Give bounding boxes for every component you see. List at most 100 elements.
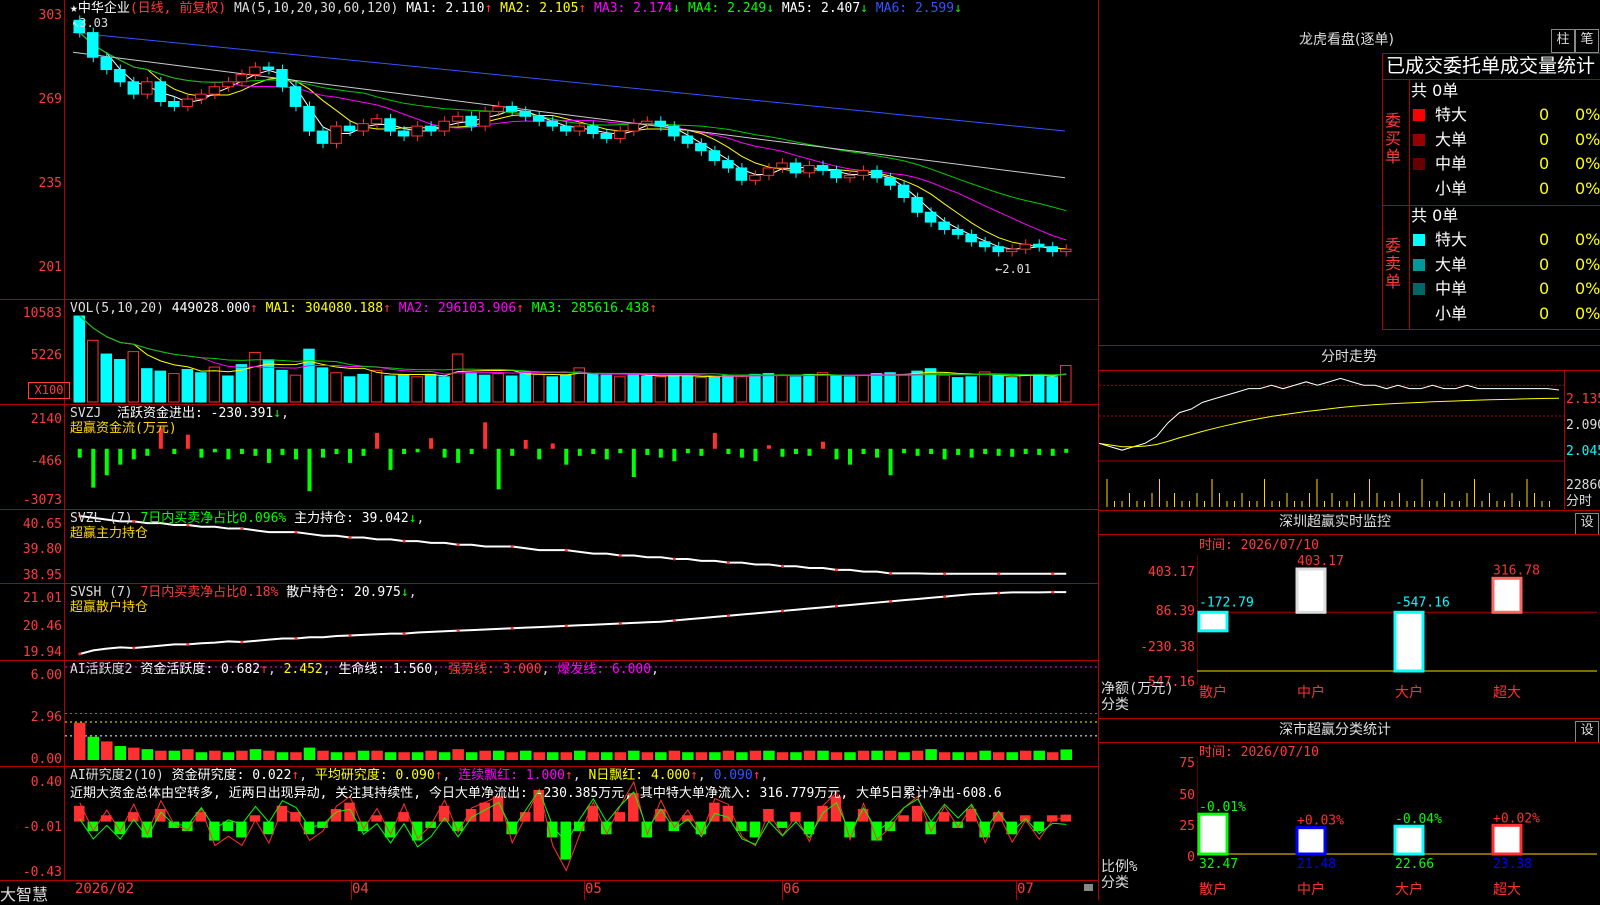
flow-bar bbox=[658, 448, 663, 458]
flow-bar bbox=[564, 448, 569, 465]
vol-bar bbox=[641, 375, 653, 403]
candle bbox=[181, 98, 194, 107]
vol-legend-item: MA1: 304080.188↑ bbox=[257, 301, 391, 316]
activity-bar bbox=[546, 752, 559, 760]
order-row-pct: 0% bbox=[1575, 254, 1600, 274]
ai-research-chart[interactable] bbox=[65, 767, 1098, 880]
candle bbox=[87, 32, 99, 58]
flow-bar bbox=[199, 448, 204, 458]
candle bbox=[641, 120, 653, 125]
activity-bar bbox=[317, 750, 329, 760]
color-swatch bbox=[1413, 109, 1425, 121]
activity-bar bbox=[1019, 750, 1032, 760]
holding-point bbox=[618, 621, 622, 625]
vol-legend: VOL(5,10,20) 449028.000↑ MA1: 304080.188… bbox=[70, 301, 658, 316]
holding-point bbox=[997, 572, 1001, 576]
order-row: 小单 0 0% bbox=[1411, 303, 1600, 325]
vol-bar bbox=[722, 374, 734, 403]
flow-bar bbox=[1064, 448, 1069, 453]
flow-bar bbox=[442, 448, 447, 458]
classify-bar bbox=[1393, 824, 1425, 856]
flow-bar bbox=[537, 448, 542, 460]
divider-x-axis bbox=[0, 880, 1098, 881]
activity-bar bbox=[344, 752, 356, 760]
lock-icon[interactable] bbox=[1084, 884, 1093, 891]
activity-bar bbox=[857, 750, 870, 760]
holding-point bbox=[835, 604, 839, 608]
svzj-y-tick: -3073 bbox=[22, 493, 62, 508]
ma-label: MA(5,10,20,30,60,120) bbox=[233, 1, 399, 16]
svsh-y-tick: 21.01 bbox=[22, 591, 62, 606]
activity-bar bbox=[357, 750, 370, 760]
candle bbox=[127, 81, 140, 95]
vol-bar bbox=[438, 376, 450, 403]
research-bar bbox=[384, 821, 396, 838]
holding-point bbox=[943, 595, 947, 599]
ma-legend-item: MA2: 2.105↑ bbox=[492, 1, 587, 16]
main-chart-area[interactable]: 303 269 235 201 ★中华企业(日线, 前复权) MA(5,10,2… bbox=[0, 0, 1100, 904]
candle bbox=[262, 66, 275, 71]
candle bbox=[816, 164, 829, 171]
vol-unit: X100 bbox=[28, 382, 70, 399]
flow-bar bbox=[226, 448, 231, 460]
candle bbox=[924, 211, 937, 223]
holding-point bbox=[456, 629, 460, 633]
svzl-legend: SVZL (7) 7日内买卖净占比0.096% 主力持仓: 39.042↓, bbox=[70, 511, 425, 526]
svzj-subtitle: 超赢资金流(万元) bbox=[70, 421, 177, 436]
activity-bar bbox=[641, 752, 654, 760]
classify-chart[interactable]: -0.01% 32.47 散户 +0.03% 21.48 中户 -0.04% 22.66 大户 +… bbox=[1197, 758, 1600, 900]
monitor-settings-button[interactable]: 设 bbox=[1575, 513, 1599, 535]
candle bbox=[208, 86, 221, 95]
candle bbox=[762, 167, 775, 176]
intraday-chart[interactable] bbox=[1099, 371, 1564, 509]
vol-bar bbox=[559, 374, 572, 403]
activity-bar bbox=[884, 750, 897, 760]
classify-bar bbox=[1295, 826, 1327, 856]
flow-bar bbox=[685, 448, 690, 454]
flow-bar bbox=[712, 432, 717, 449]
candle bbox=[478, 110, 491, 127]
ai-y-tick: 2.96 bbox=[30, 710, 62, 725]
pen-mode-button[interactable]: 笔 bbox=[1575, 29, 1599, 53]
vol-bar bbox=[843, 376, 856, 403]
holding-point bbox=[402, 539, 406, 543]
flow-bar bbox=[875, 448, 880, 458]
holding-point bbox=[726, 614, 730, 618]
candle bbox=[546, 120, 558, 127]
flow-bar bbox=[780, 448, 785, 457]
flow-bar bbox=[834, 448, 839, 460]
bar-mode-button[interactable]: 柱 bbox=[1551, 29, 1575, 53]
flow-bar bbox=[483, 422, 488, 449]
activity-bar bbox=[1033, 750, 1045, 760]
holding-point bbox=[402, 632, 406, 636]
ai-y-tick: 6.00 bbox=[30, 668, 62, 683]
order-row-label: 大单 bbox=[1435, 254, 1468, 274]
candle bbox=[789, 162, 802, 174]
ai-y-tick: 0.00 bbox=[30, 752, 62, 767]
ma-line bbox=[79, 32, 1067, 250]
order-row-count: 0 bbox=[1539, 279, 1550, 298]
classify-settings-button[interactable]: 设 bbox=[1575, 721, 1599, 743]
monitor-chart[interactable]: -172.79 散户 403.17 中户 -547.16 大户 316.78 超大 bbox=[1197, 555, 1600, 715]
classify-bar bbox=[1491, 823, 1523, 856]
price-chart[interactable] bbox=[65, 0, 1098, 299]
order-row-label: 特大 bbox=[1435, 105, 1468, 124]
vol-bar bbox=[87, 339, 99, 403]
candle bbox=[424, 125, 437, 132]
classify-title: 深市超赢分类统计 bbox=[1279, 722, 1391, 738]
vol-y-tick: 5226 bbox=[30, 348, 62, 363]
activity-bar bbox=[87, 736, 100, 760]
candle bbox=[627, 123, 640, 132]
candle bbox=[911, 196, 923, 213]
vol-ma-line bbox=[79, 315, 1067, 377]
vol-bar bbox=[168, 373, 180, 403]
flow-bar bbox=[266, 448, 271, 463]
monitor-axis-label: 净额(万元) bbox=[1101, 681, 1174, 697]
monitor-value-label: -172.79 bbox=[1199, 595, 1254, 610]
candle bbox=[1046, 246, 1058, 253]
candle bbox=[938, 221, 950, 230]
candle bbox=[843, 174, 856, 179]
activity-bar bbox=[479, 750, 491, 760]
vol-bar bbox=[532, 373, 545, 403]
order-row-label: 小单 bbox=[1435, 178, 1468, 198]
